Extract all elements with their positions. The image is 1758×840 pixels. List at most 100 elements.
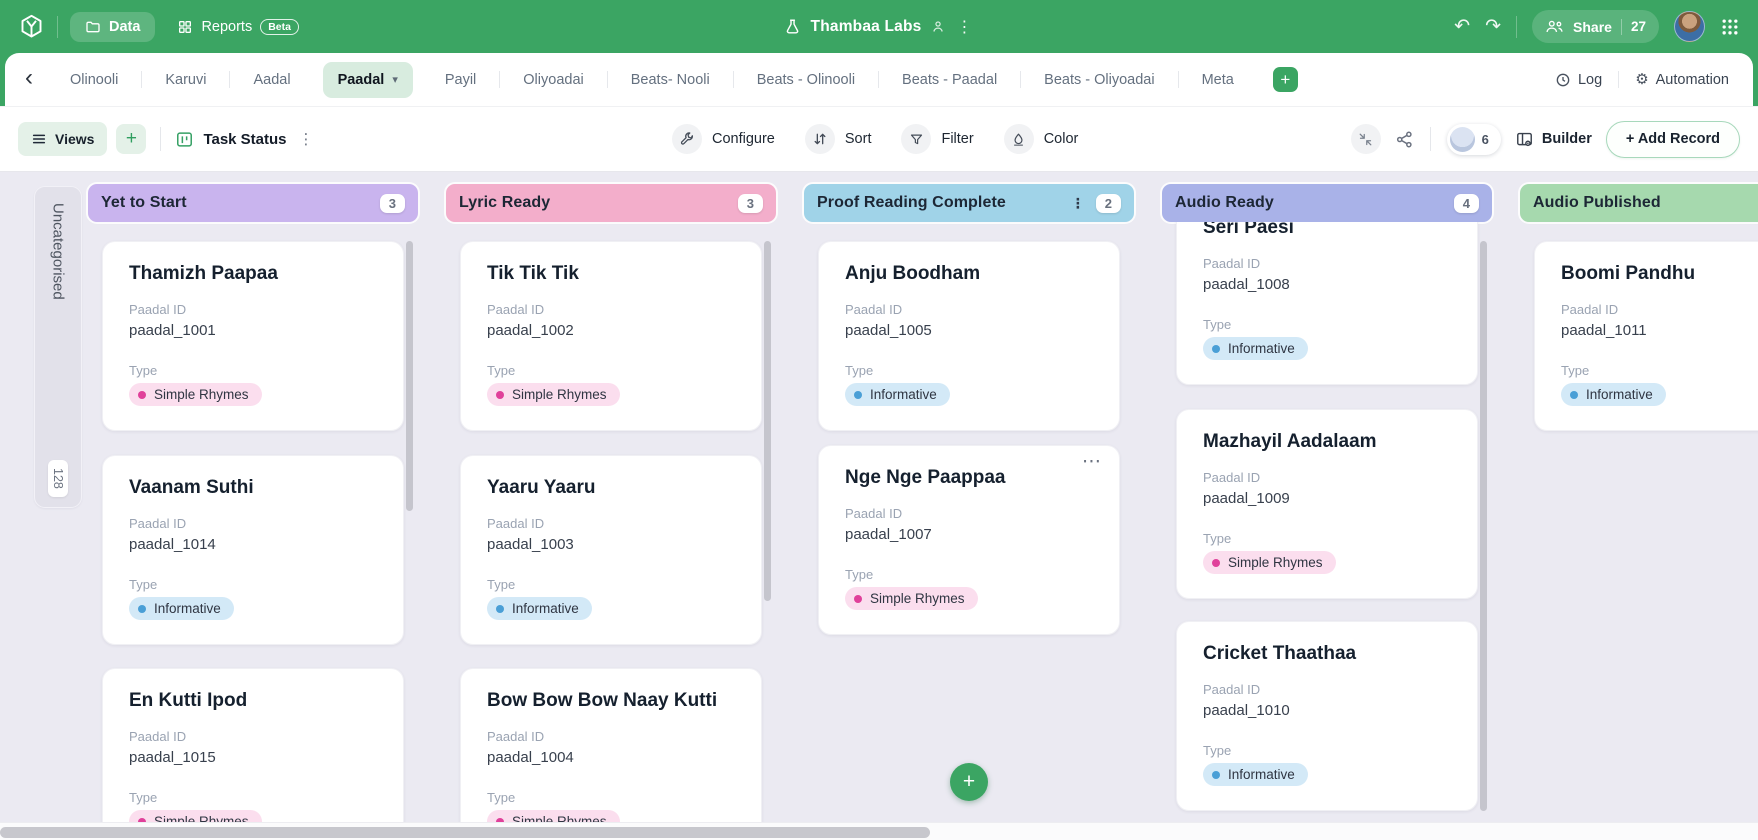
stack-lyric-ready: Lyric Ready 3 Tik Tik Tik Paadal ID paad… [446, 184, 776, 822]
stack-count-badge: 2 [1095, 193, 1121, 213]
card-type-label: Type [1203, 317, 1232, 333]
column-scrollbar[interactable] [1480, 241, 1487, 811]
filter-button[interactable]: Filter [901, 124, 974, 154]
kanban-card[interactable]: Boomi Pandhu Paadal ID paadal_1011 Type … [1534, 241, 1758, 431]
card-title: Vaanam Suthi [129, 477, 254, 498]
stack-header-lyric-ready[interactable]: Lyric Ready 3 [446, 184, 776, 222]
reports-grid-icon [177, 19, 193, 35]
card-type-label: Type [487, 363, 516, 379]
kanban-card[interactable]: Thamizh Paapaa Paadal ID paadal_1001 Typ… [102, 241, 404, 431]
column-scrollbar[interactable] [406, 241, 413, 511]
kanban-card[interactable]: Cricket Thaathaa Paadal ID paadal_1010 T… [1176, 621, 1478, 811]
card-title: Nge Nge Paappaa [845, 467, 1006, 488]
builder-button[interactable]: Builder [1515, 130, 1592, 149]
card-title: En Kutti Ipod [129, 690, 248, 711]
kanban-card[interactable]: ⋯ Nge Nge Paappaa Paadal ID paadal_1007 … [818, 445, 1120, 635]
card-title: Bow Bow Bow Naay Kutti [487, 690, 718, 711]
toolbar-divider-right [1429, 127, 1431, 151]
sort-button[interactable]: Sort [804, 124, 871, 154]
workspace-menu-icon[interactable]: ⋮ [954, 17, 974, 37]
card-id-value: paadal_1009 [1203, 490, 1290, 508]
tab-olinooli[interactable]: Olinooli [47, 53, 141, 106]
card-id-label: Paadal ID [845, 506, 903, 522]
type-badge: Informative [1561, 383, 1666, 407]
kanban-card[interactable]: En Kutti Ipod Paadal ID paadal_1015 Type… [102, 668, 404, 822]
automation-button[interactable]: ⚙ Automation [1635, 72, 1729, 88]
card-type-label: Type [1203, 531, 1232, 547]
stack-header-proof-reading-complete[interactable]: Proof Reading Complete ⋮ 2 [804, 184, 1134, 222]
share-divider [1620, 18, 1622, 35]
user-avatar[interactable] [1674, 11, 1705, 42]
kanban-card[interactable]: Seri Paesi Paadal ID paadal_1008 Type In… [1176, 222, 1478, 385]
card-type-label: Type [129, 577, 158, 593]
nocodb-logo-icon[interactable] [18, 13, 45, 40]
funnel-icon [901, 124, 932, 154]
card-id-value: paadal_1010 [1203, 702, 1290, 720]
card-more-icon[interactable]: ⋯ [1082, 450, 1103, 473]
column-scrollbar[interactable] [764, 241, 771, 601]
stack-header-audio-ready[interactable]: Audio Ready 4 [1162, 184, 1492, 222]
add-record-button[interactable]: + Add Record [1605, 120, 1740, 158]
card-id-value: paadal_1004 [487, 749, 574, 767]
card-id-value: paadal_1001 [129, 322, 216, 340]
log-button[interactable]: Log [1555, 72, 1602, 88]
badge-dot [1212, 770, 1220, 779]
stack-header-audio-published[interactable]: Audio Published [1520, 184, 1758, 222]
card-id-label: Paadal ID [1561, 302, 1619, 318]
kanban-card[interactable]: Vaanam Suthi Paadal ID paadal_1014 Type … [102, 455, 404, 645]
member-icon [930, 19, 945, 34]
kanban-card[interactable]: Anju Boodham Paadal ID paadal_1005 Type … [818, 241, 1120, 431]
stack-header-yet-to-start[interactable]: Yet to Start 3 [88, 184, 418, 222]
tabs-scroll-left-icon[interactable]: ‹ [15, 64, 47, 95]
kanban-view-icon [175, 130, 194, 149]
log-label: Log [1577, 71, 1603, 88]
kanban-card[interactable]: Mazhayil Aadalaam Paadal ID paadal_1009 … [1176, 409, 1478, 599]
flask-icon [784, 18, 802, 36]
apps-grid-icon[interactable] [1720, 17, 1740, 37]
add-view-button[interactable]: + [116, 124, 147, 154]
view-menu-icon[interactable]: ⋮ [296, 130, 317, 148]
view-name[interactable]: Task Status [203, 131, 286, 148]
add-card-button[interactable]: + [950, 763, 988, 801]
undo-icon[interactable]: ↶ [1454, 17, 1470, 36]
redo-icon[interactable]: ↷ [1485, 17, 1501, 36]
card-type-label: Type [845, 567, 874, 583]
tab-payil[interactable]: Payil [422, 53, 499, 106]
tab-meta[interactable]: Meta [1179, 53, 1257, 106]
tab-karuvi[interactable]: Karuvi [142, 53, 229, 106]
add-table-button[interactable]: + [1272, 67, 1298, 92]
share-button[interactable]: Share 27 [1532, 10, 1659, 43]
card-id-value: paadal_1008 [1203, 276, 1290, 294]
reports-tab[interactable]: Reports Beta [167, 12, 309, 42]
kanban-card[interactable]: Bow Bow Bow Naay Kutti Paadal ID paadal_… [460, 668, 762, 822]
tab-beats-olinooli[interactable]: Beats - Olinooli [734, 53, 878, 106]
tab-beats-oliyoadai[interactable]: Beats - Oliyoadai [1021, 53, 1177, 106]
stack-menu-icon[interactable]: ⋮ [1069, 195, 1087, 212]
color-button[interactable]: Color [1003, 124, 1078, 154]
configure-button[interactable]: Configure [672, 124, 775, 154]
data-tab[interactable]: Data [70, 11, 156, 42]
share-view-icon[interactable] [1395, 130, 1414, 149]
uncategorised-count: 128 [48, 460, 68, 497]
views-button[interactable]: Views [18, 122, 108, 156]
type-badge: Informative [1203, 337, 1308, 361]
collapse-icon[interactable] [1350, 124, 1381, 154]
tab-oliyoadai[interactable]: Oliyoadai [500, 53, 606, 106]
tab-paadal-active[interactable]: Paadal ▾ [322, 61, 413, 98]
type-badge: Simple Rhymes [487, 810, 620, 822]
stack-count-badge: 3 [737, 193, 763, 213]
tab-beats-nooli[interactable]: Beats- Nooli [608, 53, 733, 106]
tab-beats-paadal[interactable]: Beats - Paadal [879, 53, 1020, 106]
horizontal-scrollbar-thumb[interactable] [0, 827, 930, 838]
card-type-label: Type [487, 577, 516, 593]
kanban-card[interactable]: Yaaru Yaaru Paadal ID paadal_1003 Type I… [460, 455, 762, 645]
stack-uncategorised-collapsed[interactable]: Uncategorised 128 [34, 186, 82, 508]
folder-icon [85, 19, 101, 35]
workspace-title[interactable]: Thambaa Labs [811, 18, 922, 36]
configure-label: Configure [712, 131, 775, 147]
card-id-value: paadal_1002 [487, 322, 574, 340]
collaborators-button[interactable]: 6 [1446, 123, 1501, 155]
tab-aadal[interactable]: Aadal [230, 53, 313, 106]
kanban-card[interactable]: Tik Tik Tik Paadal ID paadal_1002 Type S… [460, 241, 762, 431]
type-badge: Simple Rhymes [129, 810, 262, 822]
